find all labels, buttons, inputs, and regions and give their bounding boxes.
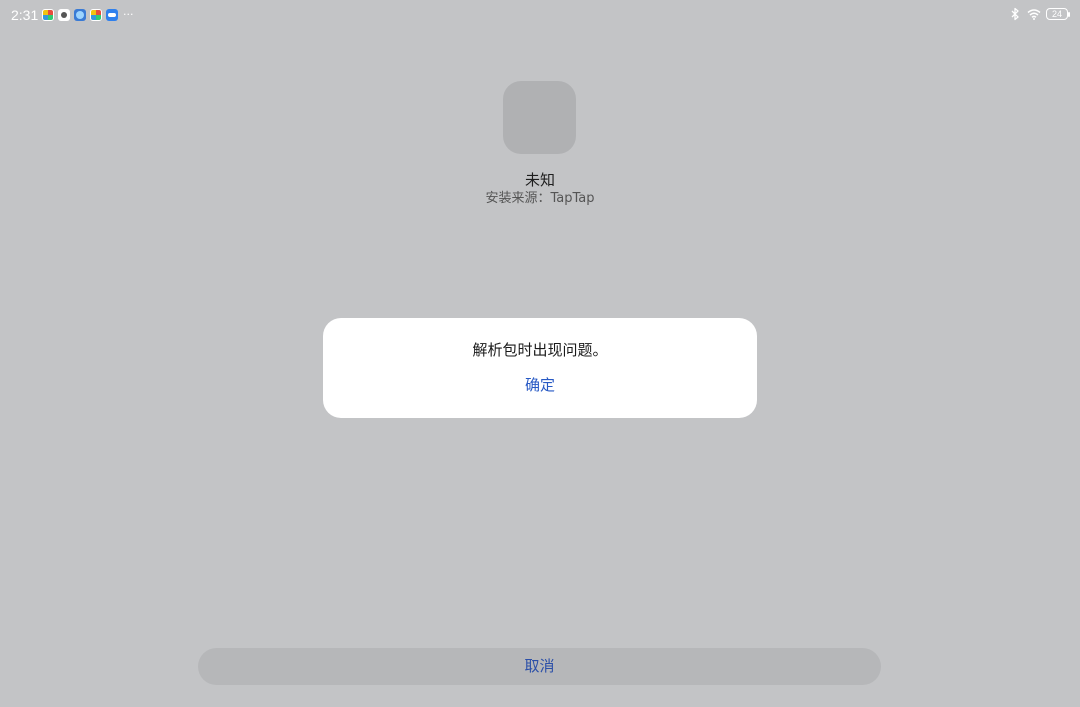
notification-icons: ··· — [42, 9, 134, 21]
cancel-button[interactable]: 取消 — [198, 648, 881, 685]
camera-icon — [58, 9, 70, 21]
app-name: 未知 — [524, 171, 555, 189]
pinwheel-icon — [42, 9, 54, 21]
error-dialog: 解析包时出现问题。 确定 — [323, 318, 757, 418]
browser-icon — [74, 9, 86, 21]
install-source: 安装来源：TapTap — [485, 191, 595, 206]
confirm-button[interactable]: 确定 — [515, 375, 565, 395]
status-right: 24 — [1008, 7, 1070, 21]
status-time: 2:31 — [11, 7, 39, 23]
battery-icon: 24 — [1046, 8, 1070, 20]
status-bar: 2:31 ··· 24 — [0, 0, 1080, 30]
wifi-icon — [1027, 9, 1041, 20]
more-notifications-icon: ··· — [123, 8, 134, 21]
pinwheel-icon — [90, 9, 102, 21]
battery-level: 24 — [1051, 9, 1062, 19]
app-icon — [503, 81, 576, 154]
bluetooth-icon — [1011, 7, 1019, 21]
dialog-message: 解析包时出现问题。 — [472, 341, 608, 359]
cloud-icon — [106, 9, 118, 21]
